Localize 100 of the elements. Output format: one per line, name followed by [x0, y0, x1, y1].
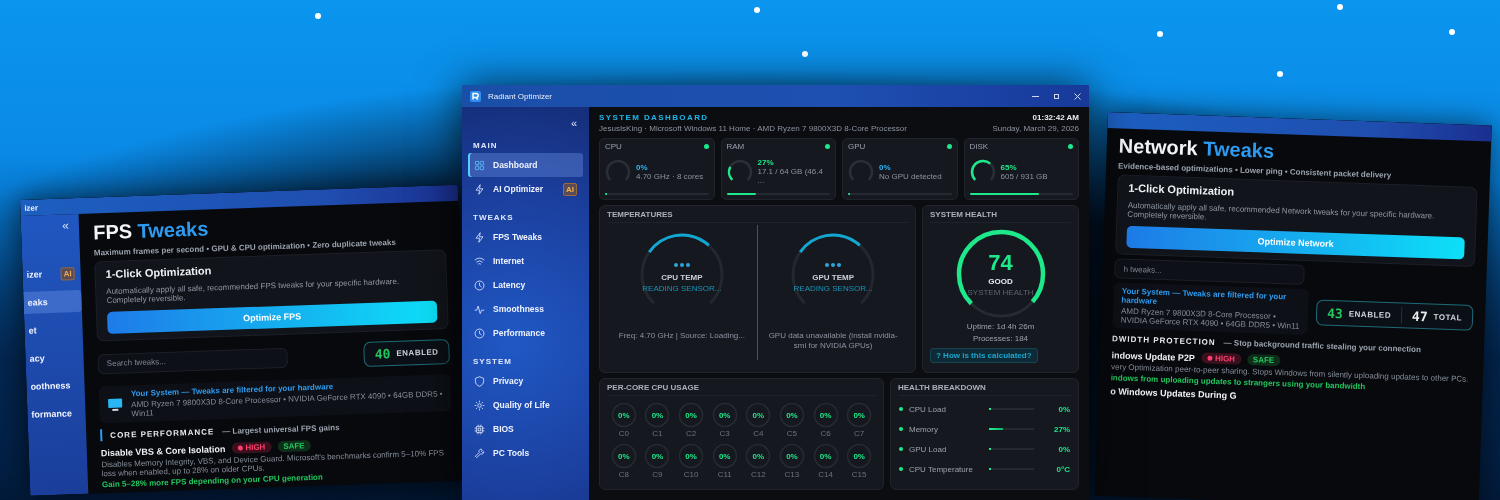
- counter-label: TOTAL: [1433, 312, 1463, 322]
- lightning-icon: [474, 183, 485, 195]
- section-label: TWEAKS: [472, 213, 515, 222]
- stat-label: RAM: [726, 142, 745, 151]
- status-dot-icon: [899, 407, 903, 411]
- section-label: MAIN: [472, 141, 499, 150]
- nav-item[interactable]: Dashboard: [468, 153, 583, 177]
- metric-label: GPU Load: [909, 444, 948, 454]
- nav-item[interactable]: Smoothness: [468, 297, 583, 321]
- process-count: Processes: 184: [971, 334, 1030, 343]
- tweak-title: Disable VBS & Core Isolation: [100, 443, 226, 458]
- counter-value: 47: [1411, 308, 1428, 324]
- counter-value: 43: [1326, 305, 1344, 321]
- core-label: C9: [652, 470, 663, 479]
- ai-badge: AI: [563, 182, 577, 196]
- nav-item[interactable]: acy: [25, 345, 84, 370]
- counter-label: ENABLED: [396, 347, 439, 358]
- gear-icon: [474, 399, 485, 411]
- nav-item[interactable]: Latency: [468, 273, 583, 297]
- stat-value: 0%: [636, 162, 649, 172]
- metric-label: CPU Load: [909, 404, 947, 414]
- health-rating: GOOD: [987, 277, 1014, 286]
- section-title: CORE PERFORMANCE: [110, 426, 215, 440]
- core-value: 0%: [785, 411, 799, 420]
- counter-value: 40: [374, 346, 391, 362]
- safety-badge: SAFE: [1246, 354, 1281, 367]
- nav-item[interactable]: izer AI: [22, 261, 81, 286]
- core-value: 0%: [751, 411, 766, 420]
- gauge-label: GPU TEMP: [811, 273, 855, 282]
- tweak-title: o Windows Updates During G: [1110, 386, 1237, 401]
- core-value: 0%: [818, 452, 833, 461]
- core-value: 0%: [852, 411, 866, 420]
- metric-value: 0%: [1057, 444, 1070, 454]
- metric-value: 0%: [1057, 404, 1070, 414]
- search-field[interactable]: h tweaks...: [1114, 258, 1305, 285]
- panel-title: PER-CORE CPU USAGE: [607, 383, 876, 396]
- metric-value: 0°C: [1055, 464, 1070, 474]
- nav-item[interactable]: Performance: [468, 321, 583, 345]
- core-value: 0%: [785, 452, 799, 461]
- core-label: C2: [685, 429, 697, 438]
- core-label: C8: [618, 470, 629, 479]
- system-specs: AMD Ryzen 7 9800X3D 8-Core Processor • NVIDIA GeForce RTX 4090 • 64GB DDR5 • Win11: [1120, 306, 1301, 331]
- impact-badge: HIGH: [1200, 352, 1242, 365]
- stat-label: CPU: [605, 142, 622, 151]
- gauge-status: READING SENSOR...: [792, 284, 874, 293]
- clock-time: 01:32:42 AM: [1032, 113, 1079, 122]
- stat-detail: 17.1 / 64 GB (46.4 ...: [757, 168, 824, 186]
- core-label: C13: [784, 470, 800, 479]
- help-button[interactable]: ? How is this calculated?: [930, 348, 1038, 363]
- core-value: 0%: [617, 452, 631, 461]
- window-title: Radiant Optimizer: [488, 91, 554, 101]
- core-value: 0%: [717, 452, 732, 461]
- window-title: izer: [24, 202, 39, 213]
- status-dot-icon: [899, 447, 903, 451]
- core-label: C1: [652, 429, 663, 438]
- nav-item[interactable]: Internet: [468, 249, 583, 273]
- nav-item[interactable]: formance: [27, 401, 86, 426]
- search-field[interactable]: Search tweaks...: [97, 347, 288, 374]
- core-value: 0%: [818, 411, 833, 420]
- nav-item[interactable]: PC Tools: [468, 441, 583, 465]
- nav-item[interactable]: oothness: [26, 373, 85, 398]
- page-title: SYSTEM DASHBOARD: [599, 113, 710, 122]
- ai-badge: AI: [60, 266, 75, 281]
- nav-item[interactable]: BIOS: [468, 417, 583, 441]
- panel-title: HEALTH BREAKDOWN: [898, 383, 1071, 396]
- core-label: C15: [851, 470, 867, 479]
- nav-item[interactable]: FPS Tweaks: [468, 225, 583, 249]
- stat-detail: 4.70 GHz · 8 cores: [636, 172, 704, 182]
- safety-badge: SAFE: [277, 440, 311, 453]
- stat-label: GPU: [848, 142, 866, 151]
- nav-item[interactable]: AI Optimizer AI: [468, 177, 583, 201]
- pulse-icon: [474, 303, 485, 315]
- stat-detail: 605 / 931 GB: [1000, 172, 1048, 182]
- nav-item[interactable]: et: [24, 317, 83, 342]
- impact-badge: HIGH: [231, 441, 272, 454]
- page-subtitle: Evidence-based optimizations • Lower ping • Consistent packet delivery: [1117, 161, 1393, 182]
- temperature-footer: Freq: 4.70 GHz | Source: Loading...: [618, 331, 745, 342]
- collapse-button[interactable]: «: [568, 117, 579, 129]
- status-dot-icon: [1068, 144, 1073, 149]
- nav-item[interactable]: Quality of Life: [468, 393, 583, 417]
- nav-item[interactable]: Privacy: [468, 369, 583, 393]
- collapse-button[interactable]: «: [62, 218, 70, 233]
- core-value: 0%: [751, 452, 766, 461]
- status-dot-icon: [899, 427, 903, 431]
- core-label: C0: [618, 429, 629, 438]
- core-label: C11: [717, 470, 732, 479]
- core-label: C6: [820, 429, 831, 438]
- core-label: C5: [786, 429, 798, 438]
- close-icon[interactable]: [1074, 92, 1081, 100]
- metric-label: Memory: [909, 424, 939, 434]
- temperature-footer: GPU data unavailable (install nvidia-smi for NVIDIA GPUs): [764, 331, 902, 352]
- grid-icon: [474, 159, 485, 171]
- maximize-icon[interactable]: [1053, 92, 1060, 100]
- card-title: 1-Click Optimization: [1128, 181, 1236, 200]
- app-logo-icon: [470, 90, 481, 102]
- stat-value: 27%: [757, 158, 775, 168]
- nav-item[interactable]: eaks: [23, 289, 82, 314]
- stat-detail: No GPU detected: [879, 172, 942, 182]
- status-dot-icon: [825, 144, 830, 149]
- status-dot-icon: [703, 144, 709, 149]
